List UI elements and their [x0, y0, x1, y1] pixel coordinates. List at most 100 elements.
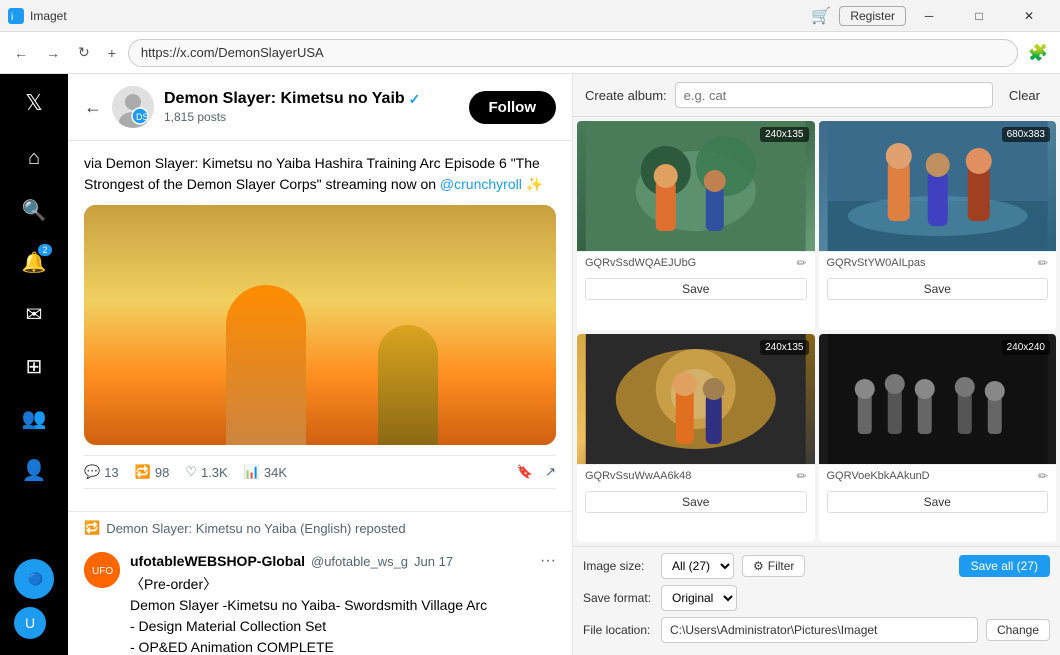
sidebar-item-notifications[interactable]: 🔔 2	[10, 238, 58, 286]
image-name-3: GQRvSsuWwAA6k48	[585, 470, 691, 482]
sidebar-bottom: 🔵 U	[14, 559, 54, 647]
repost-tweet: UFO ufotableWEBSHOP-Global @ufotable_ws_…	[84, 544, 556, 655]
repost-account-name: ufotableWEBSHOP-Global	[130, 553, 305, 569]
anime-char1	[226, 285, 306, 445]
image-footer-2: GQRvStYW0AILpas ✏	[819, 251, 1057, 274]
bookmark-icon: 🔖	[517, 464, 533, 480]
svg-text:🔵: 🔵	[28, 572, 43, 586]
album-input[interactable]	[675, 82, 993, 108]
edit-icon-4[interactable]: ✏	[1038, 469, 1048, 483]
sidebar-item-profile[interactable]: 👤	[10, 446, 58, 494]
window-controls: ─ □ ✕	[906, 0, 1052, 32]
tweet-actions: 💬 13 🔁 98 ♡ 1.3K 📊 34K 🔖	[84, 455, 556, 489]
image-footer-3: GQRvSsuWwAA6k48 ✏	[577, 464, 815, 487]
image-card-3: 240x135 GQRvSsuWwAA6k48 ✏ Save	[577, 334, 815, 543]
communities-icon: 👥	[22, 406, 47, 431]
edit-icon-1[interactable]: ✏	[796, 256, 806, 270]
repost-date: Jun 17	[414, 554, 453, 569]
share-button[interactable]: ↗	[545, 464, 556, 480]
tweet-area: ← DS Demon Slayer: Kimetsu no Yaib ✓ 1,8…	[68, 74, 573, 655]
new-tab-button[interactable]: +	[102, 41, 122, 65]
image-name-4: GQRVoeKbkAAkunD	[827, 470, 930, 482]
edit-icon-2[interactable]: ✏	[1038, 256, 1048, 270]
album-label: Create album:	[585, 88, 667, 103]
search-icon: 🔍	[22, 198, 47, 223]
save-button-3[interactable]: Save	[585, 491, 807, 513]
album-bar: Create album: Clear	[573, 74, 1060, 117]
edit-icon-3[interactable]: ✏	[796, 469, 806, 483]
home-icon: ⌂	[28, 147, 40, 170]
profile-header: ← DS Demon Slayer: Kimetsu no Yaib ✓ 1,8…	[68, 74, 572, 141]
right-panel: Create album: Clear	[573, 74, 1060, 655]
save-button-2[interactable]: Save	[827, 278, 1049, 300]
app-title: Imaget	[30, 9, 811, 23]
save-format-select[interactable]: Original	[661, 585, 737, 611]
crunchyroll-link[interactable]: @crunchyroll	[440, 176, 522, 192]
bottom-controls: Image size: All (27) ⚙ Filter Save all (…	[573, 546, 1060, 655]
save-button-1[interactable]: Save	[585, 278, 807, 300]
sidebar-item-messages[interactable]: ✉	[10, 290, 58, 338]
sidebar-item-search[interactable]: 🔍	[10, 186, 58, 234]
back-button[interactable]: ←	[8, 41, 34, 65]
image-name-2: GQRvStYW0AILpas	[827, 257, 926, 269]
image-thumb-3: 240x135	[577, 334, 815, 464]
image-card-4: 240x240 GQRVoeKbkAAkunD ✏ Save	[819, 334, 1057, 543]
maximize-button[interactable]: □	[956, 0, 1002, 32]
svg-text:i: i	[11, 12, 13, 23]
image-thumb-2: 680x383	[819, 121, 1057, 251]
sidebar-item-communities[interactable]: 👥	[10, 394, 58, 442]
repost-content: ufotableWEBSHOP-Global @ufotable_ws_g Ju…	[130, 552, 556, 655]
anime-scene-image	[84, 205, 556, 445]
save-button-4[interactable]: Save	[827, 491, 1049, 513]
image-thumb-4: 240x240	[819, 334, 1057, 464]
file-location-input[interactable]	[661, 617, 978, 643]
retweet-icon: 🔁	[135, 464, 151, 480]
cart-button[interactable]: 🛒	[811, 6, 831, 26]
repost-handle: @ufotable_ws_g	[311, 554, 408, 569]
follow-button[interactable]: Follow	[469, 91, 557, 124]
forward-button[interactable]: →	[40, 41, 66, 65]
svg-text:DS: DS	[136, 112, 149, 122]
image-card-2: 680x383 GQRvStYW0AILpas ✏ Save	[819, 121, 1057, 330]
retweet-button[interactable]: 🔁 98	[135, 464, 170, 480]
image-size-label: Image size:	[583, 559, 653, 573]
like-button[interactable]: ♡ 1.3K	[185, 464, 227, 480]
repost-section: 🔁 Demon Slayer: Kimetsu no Yaiba (Englis…	[68, 511, 572, 655]
clear-button[interactable]: Clear	[1001, 86, 1048, 105]
action-separator: 🔖 ↗	[517, 464, 556, 480]
image-footer-1: GQRvSsdWQAEJUbG ✏	[577, 251, 815, 274]
profile-avatar: DS	[112, 86, 154, 128]
comment-button[interactable]: 💬 13	[84, 464, 119, 480]
image-size-badge-4: 240x240	[1002, 340, 1050, 355]
save-all-button[interactable]: Save all (27)	[959, 555, 1050, 577]
url-input[interactable]	[128, 39, 1018, 67]
imaget-extension-button[interactable]: 🔵	[14, 559, 54, 599]
bookmark-button[interactable]: 🔖	[517, 464, 533, 480]
verified-badge: ✓	[409, 91, 421, 108]
sidebar-item-bookmarks[interactable]: ⊞	[10, 342, 58, 390]
image-size-select[interactable]: All (27)	[661, 553, 734, 579]
app-icon: i	[8, 8, 24, 24]
file-location-label: File location:	[583, 623, 653, 637]
profile-info: Demon Slayer: Kimetsu no Yaib ✓ 1,815 po…	[164, 90, 459, 124]
filter-button[interactable]: ⚙ Filter	[742, 555, 805, 577]
image-card-1: 240x135 GQRvSsdWQAEJUbG ✏ Save	[577, 121, 815, 330]
minimize-button[interactable]: ─	[906, 0, 952, 32]
image-size-badge-3: 240x135	[760, 340, 808, 355]
extensions-button[interactable]: 🧩	[1024, 39, 1052, 67]
refresh-button[interactable]: ↻	[72, 40, 96, 65]
register-button[interactable]: Register	[839, 6, 906, 26]
address-bar: ← → ↻ + 🧩	[0, 32, 1060, 74]
sidebar-item-home[interactable]: ⌂	[10, 134, 58, 182]
close-button[interactable]: ✕	[1006, 0, 1052, 32]
back-to-feed-button[interactable]: ←	[84, 97, 102, 118]
repost-more-button[interactable]: ···	[540, 552, 556, 570]
change-location-button[interactable]: Change	[986, 619, 1050, 641]
image-size-badge-1: 240x135	[760, 127, 808, 142]
views-button[interactable]: 📊 34K	[244, 464, 287, 480]
user-avatar[interactable]: U	[14, 607, 46, 639]
repost-avatar: UFO	[84, 552, 120, 588]
heart-icon: ♡	[185, 464, 197, 480]
notification-badge: 2	[38, 244, 52, 256]
comment-icon: 💬	[84, 464, 100, 480]
